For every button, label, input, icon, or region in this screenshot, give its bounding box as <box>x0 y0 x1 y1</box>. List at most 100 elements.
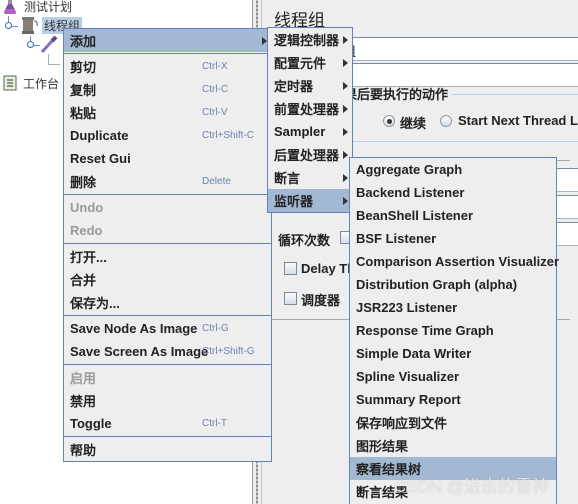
menu-item-label: 启用 <box>70 371 97 386</box>
submenu-item-pre-processor[interactable]: 前置处理器 <box>268 97 352 120</box>
menu-item-redo[interactable]: Redo <box>64 219 271 242</box>
menu-item-label: 保存响应到文件 <box>356 416 448 431</box>
menu-shortcut: Ctrl-T <box>202 418 227 429</box>
menu-item-label: 察看结果树 <box>356 462 422 477</box>
menu-item-help[interactable]: 帮助 <box>64 438 271 461</box>
listener-item-summary-report[interactable]: Summary Report <box>350 388 556 411</box>
menu-item-open[interactable]: 打开... <box>64 245 271 268</box>
listener-item-simple-data-writer[interactable]: Simple Data Writer <box>350 342 556 365</box>
menu-item-add[interactable]: 添加 <box>64 29 271 52</box>
menu-item-label: Duplicate <box>70 128 129 143</box>
menu-separator <box>64 243 271 244</box>
menu-item-disable[interactable]: 禁用 <box>64 389 271 412</box>
listener-item-backend-listener[interactable]: Backend Listener <box>350 181 556 204</box>
tree-node-label: 工作台 <box>23 76 60 91</box>
menu-item-delete[interactable]: 删除 Delete <box>64 170 271 193</box>
menu-separator <box>64 436 271 437</box>
menu-item-save-screen-image[interactable]: Save Screen As Image Ctrl+Shift-G <box>64 340 271 363</box>
menu-item-undo[interactable]: Undo <box>64 196 271 219</box>
menu-item-label: 前置处理器 <box>274 102 340 117</box>
menu-item-copy[interactable]: 复制 Ctrl-C <box>64 78 271 101</box>
submenu-item-assertion[interactable]: 断言 <box>268 166 352 189</box>
submenu-item-timer[interactable]: 定时器 <box>268 74 352 97</box>
submenu-item-listener[interactable]: 监听器 <box>268 189 352 212</box>
menu-item-label: Save Screen As Image <box>70 344 209 359</box>
menu-item-label: 定时器 <box>274 79 314 94</box>
menu-item-cut[interactable]: 剪切 Ctrl-X <box>64 55 271 78</box>
menu-item-label: Save Node As Image <box>70 321 198 336</box>
menu-item-label: Toggle <box>70 416 112 431</box>
submenu-item-sampler[interactable]: Sampler <box>268 120 352 143</box>
error-action-group-title: 果后要执行的动作 <box>344 87 449 102</box>
tree-node-sampler[interactable] <box>40 35 60 53</box>
listener-item-jsr223-listener[interactable]: JSR223 Listener <box>350 296 556 319</box>
submenu-arrow-icon <box>343 36 348 44</box>
menu-shortcut: Ctrl-X <box>202 61 228 72</box>
start-next-loop-radio-label: Start Next Thread Loo <box>458 113 578 128</box>
continue-radio[interactable] <box>383 115 395 127</box>
submenu-item-logic-controller[interactable]: 逻辑控制器 <box>268 28 352 51</box>
menu-item-toggle[interactable]: Toggle Ctrl-T <box>64 412 271 435</box>
listener-item-comparison-assertion-visualizer[interactable]: Comparison Assertion Visualizer <box>350 250 560 273</box>
menu-item-label: 断言结果 <box>356 485 409 500</box>
expand-toggle-icon[interactable] <box>5 22 12 29</box>
listener-item-graph-results[interactable]: 图形结果 <box>350 434 556 457</box>
menu-item-label: 禁用 <box>70 394 97 409</box>
menu-item-label: 后置处理器 <box>274 148 340 163</box>
menu-item-duplicate[interactable]: Duplicate Ctrl+Shift-C <box>64 124 271 147</box>
menu-item-paste[interactable]: 粘贴 Ctrl-V <box>64 101 271 124</box>
delay-thread-checkbox[interactable] <box>284 262 297 275</box>
menu-item-label: 复制 <box>70 83 97 98</box>
menu-item-label: 删除 <box>70 175 97 190</box>
menu-item-enable[interactable]: 启用 <box>64 366 271 389</box>
listener-item-distribution-graph[interactable]: Distribution Graph (alpha) <box>350 273 556 296</box>
submenu-arrow-icon <box>343 105 348 113</box>
menu-item-label: JSR223 Listener <box>356 300 458 315</box>
context-menu: 添加 剪切 Ctrl-X 复制 Ctrl-C 粘贴 Ctrl-V Duplicate C… <box>63 28 272 462</box>
menu-item-merge[interactable]: 合并 <box>64 268 271 291</box>
tree-node-label: 测试计划 <box>24 0 73 14</box>
menu-shortcut: Ctrl-G <box>202 323 229 334</box>
scheduler-label: 调度器 <box>301 293 341 308</box>
menu-item-label: 帮助 <box>70 443 97 458</box>
menu-item-label: Reset Gui <box>70 151 131 166</box>
submenu-item-config-element[interactable]: 配置元件 <box>268 51 352 74</box>
menu-separator <box>64 53 271 54</box>
loop-count-label: 循环次数 <box>278 233 331 248</box>
submenu-arrow-icon <box>343 174 348 182</box>
tree-node-test-plan[interactable]: 测试计划 <box>2 0 74 15</box>
listener-submenu: Aggregate Graph Backend Listener BeanShe… <box>349 157 560 504</box>
menu-item-label: Backend Listener <box>356 185 465 200</box>
scheduler-checkbox[interactable] <box>284 292 297 305</box>
menu-item-label: 添加 <box>70 34 97 49</box>
listener-item-bsf-listener[interactable]: BSF Listener <box>350 227 556 250</box>
menu-item-save-node-image[interactable]: Save Node As Image Ctrl-G <box>64 317 271 340</box>
delay-thread-label: Delay Th <box>301 261 356 276</box>
listener-item-aggregate-graph[interactable]: Aggregate Graph <box>350 158 556 181</box>
menu-separator <box>64 364 271 365</box>
test-plan-flask-icon <box>4 0 16 14</box>
listener-item-response-time-graph[interactable]: Response Time Graph <box>350 319 556 342</box>
listener-item-beanshell-listener[interactable]: BeanShell Listener <box>350 204 556 227</box>
submenu-item-post-processor[interactable]: 后置处理器 <box>268 143 352 166</box>
listener-item-view-results-tree[interactable]: 察看结果树 <box>350 457 556 480</box>
tree-connector <box>48 54 49 64</box>
expand-toggle-icon[interactable] <box>27 41 34 48</box>
menu-item-reset-gui[interactable]: Reset Gui <box>64 147 271 170</box>
menu-item-label: Comparison Assertion Visualizer <box>356 254 560 269</box>
menu-shortcut: Delete <box>202 176 231 187</box>
listener-item-save-responses-to-file[interactable]: 保存响应到文件 <box>350 411 556 434</box>
menu-item-label: 配置元件 <box>274 56 327 71</box>
menu-item-label: 保存为... <box>70 296 120 311</box>
add-submenu: 逻辑控制器 配置元件 定时器 前置处理器 Sampler 后置处理器 断言 监听… <box>267 27 353 213</box>
menu-item-label: BSF Listener <box>356 231 437 246</box>
submenu-arrow-icon <box>343 197 348 205</box>
listener-item-assertion-results[interactable]: 断言结果 <box>350 480 556 503</box>
start-next-loop-radio[interactable] <box>440 115 452 127</box>
submenu-arrow-icon <box>343 59 348 67</box>
menu-item-save-as[interactable]: 保存为... <box>64 291 271 314</box>
group-border <box>452 94 578 95</box>
menu-item-label: BeanShell Listener <box>356 208 474 223</box>
tree-node-workbench[interactable]: 工作台 <box>3 74 61 92</box>
listener-item-spline-visualizer[interactable]: Spline Visualizer <box>350 365 556 388</box>
